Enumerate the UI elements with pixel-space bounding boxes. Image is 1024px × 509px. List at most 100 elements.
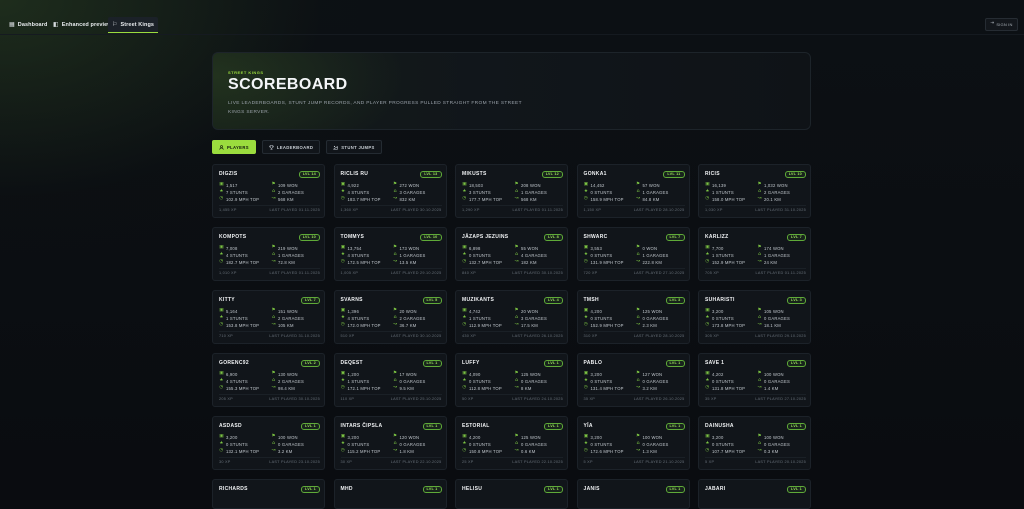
- tab-dashboard[interactable]: Dashboard: [5, 17, 51, 33]
- stat-distance: 13.5 KM: [393, 259, 442, 266]
- player-card[interactable]: MIKUSTS LVL 12 18,503 208 WON 3 STUNTS 1…: [455, 164, 568, 218]
- tab-leaderboard[interactable]: LEADERBOARD: [261, 140, 321, 154]
- player-card[interactable]: GONKA1 LVL 11 14,452 57 WON 0 STUNTS 1 G…: [576, 164, 690, 218]
- stat-stunts: 0 STUNTS: [341, 441, 393, 448]
- player-card[interactable]: DEQEST LVL 1 1,200 17 WON 1 STUNTS 0 GAR…: [333, 353, 447, 407]
- player-card[interactable]: KARLIZZ LVL 7 7,700 174 WON 1 STUNTS 1 G…: [698, 227, 811, 281]
- tab-enhanced-preview[interactable]: Enhanced preview: [49, 17, 116, 33]
- player-card[interactable]: LUFFY LVL 1 4,090 125 WON 0 STUNTS 0 GAR…: [455, 353, 568, 407]
- stat-value: 2.3 KM: [642, 323, 657, 328]
- stat-top-speed: 152.9 MPH TOP: [584, 322, 636, 329]
- stat-value: 7,008: [226, 246, 238, 251]
- stat-value: 4,200: [590, 309, 602, 314]
- player-stats: 1,200 17 WON 1 STUNTS 0 GARAGES 172.1 MP…: [341, 371, 442, 392]
- route-icon: [393, 260, 398, 265]
- level-badge: LVL 14: [298, 170, 320, 178]
- stat-value: 2 GARAGES: [278, 190, 305, 195]
- stat-stunts: 0 STUNTS: [705, 378, 757, 385]
- stat-wins: 1,032 WON: [757, 182, 806, 189]
- star-icon: [341, 316, 346, 321]
- stat-distance: 222.8 KM: [636, 259, 685, 266]
- player-xp: 310 XP: [583, 334, 598, 338]
- garage-icon: [514, 316, 519, 321]
- player-stats: 7,008 219 WON 4 STUNTS 1 GARAGES 182.7 M…: [219, 245, 320, 266]
- flag-icon: [393, 183, 398, 188]
- stat-value: 13,754: [347, 246, 362, 251]
- stat-value: 57 WON: [642, 183, 660, 188]
- stat-value: 155.3 MPH TOP: [226, 386, 260, 391]
- tab-players[interactable]: PLAYERS: [212, 140, 256, 154]
- sign-in-button[interactable]: SIGN IN: [985, 18, 1018, 31]
- route-icon: [757, 197, 762, 202]
- stat-value: 2 GARAGES: [764, 190, 791, 195]
- stat-value: 36.7 KM: [399, 323, 417, 328]
- player-card[interactable]: GORENC92 LVL 2 6,900 130 WON 4 STUNTS 2 …: [212, 353, 325, 407]
- stat-top-speed: 107.7 MPH TOP: [705, 448, 757, 455]
- flag-icon: [757, 372, 762, 377]
- player-card[interactable]: JĀZAPS JEZUINS LVL 8 6,898 55 WON 0 STUN…: [455, 227, 568, 281]
- tab-stunt-jumps[interactable]: STUNT JUMPS: [326, 140, 382, 154]
- player-card[interactable]: JABARI LVL 1: [698, 479, 811, 509]
- tab-street-kings[interactable]: Street Kings: [108, 17, 159, 33]
- player-card[interactable]: RICLIS RU LVL 13 4,922 272 WON 4 STUNTS …: [333, 164, 447, 218]
- stat-value: 1 GARAGES: [642, 190, 669, 195]
- stat-value: 105 WON: [764, 309, 784, 314]
- stat-money: 1,200: [341, 371, 393, 378]
- player-card[interactable]: INTARS ČIPSLA LVL 1 3,200 120 WON 0 STUN…: [333, 416, 447, 470]
- tab-label: PLAYERS: [227, 144, 249, 150]
- stat-value: 13.5 KM: [399, 260, 417, 265]
- flag-icon: [271, 309, 276, 314]
- player-card[interactable]: YĪA LVL 1 3,200 100 WON 0 STUNTS 0 GARAG…: [576, 416, 690, 470]
- player-card[interactable]: MHD LVL 1: [333, 479, 447, 509]
- player-stats: 3,553 0 WON 0 STUNTS 1 GARAGES 131.9 MPH…: [584, 245, 685, 266]
- stat-stunts: 1 STUNTS: [219, 315, 271, 322]
- card-divider: [705, 394, 806, 395]
- player-card[interactable]: SVARNS LVL 5 1,396 20 WON 4 STUNTS 2 GAR…: [333, 290, 447, 344]
- player-xp: 840 XP: [462, 271, 476, 275]
- stat-wins: 173 WON: [393, 245, 442, 252]
- stat-value: 1 STUNTS: [469, 316, 491, 321]
- player-card[interactable]: RICHARDS LVL 1: [212, 479, 325, 509]
- player-card[interactable]: TOMMYS LVL 10 13,754 173 WON 4 STUNTS 1 …: [333, 227, 447, 281]
- player-name: MIKUSTS: [462, 171, 487, 177]
- player-card[interactable]: SUHARISTI LVL 3 3,200 105 WON 0 STUNTS 0…: [698, 290, 811, 344]
- stat-money: 13,754: [341, 245, 393, 252]
- cash-icon: [705, 309, 710, 314]
- player-card[interactable]: PABLO LVL 1 3,200 127 WON 0 STUNTS 0 GAR…: [576, 353, 690, 407]
- player-card[interactable]: SHWARC LVL 7 3,553 0 WON 0 STUNTS 1 GARA…: [576, 227, 690, 281]
- stat-value: 1,517: [226, 183, 238, 188]
- player-card[interactable]: JANIS LVL 1: [576, 479, 690, 509]
- player-card[interactable]: DAINUSHA LVL 1 3,200 100 WON 0 STUNTS 0 …: [698, 416, 811, 470]
- player-card[interactable]: ASDASD LVL 1 3,200 100 WON 0 STUNTS 0 GA…: [212, 416, 325, 470]
- card-header: ESTORIAL LVL 1: [462, 422, 563, 430]
- player-card[interactable]: RICIS LVL 10 16,139 1,032 WON 1 STUNTS 2…: [698, 164, 811, 218]
- player-card[interactable]: TMSH LVL 3 4,200 125 WON 0 STUNTS 0 GARA…: [576, 290, 690, 344]
- stat-money: 3,200: [219, 434, 271, 441]
- card-header: JĀZAPS JEZUINS LVL 8: [462, 233, 563, 241]
- player-card[interactable]: ESTORIAL LVL 1 4,200 125 WON 0 STUNTS 0 …: [455, 416, 568, 470]
- garage-icon: [393, 379, 398, 384]
- player-card[interactable]: KITTY LVL 7 5,164 151 WON 1 STUNTS 2 GAR…: [212, 290, 325, 344]
- player-stats: 4,090 125 WON 0 STUNTS 0 GARAGES 112.8 M…: [462, 371, 563, 392]
- player-card[interactable]: HELISU LVL 1: [455, 479, 568, 509]
- player-card[interactable]: DIGZIS LVL 14 1,517 109 WON 7 STUNTS 2 G…: [212, 164, 325, 218]
- player-card[interactable]: SAVE 1 LVL 1 4,202 100 WON 0 STUNTS 0 GA…: [698, 353, 811, 407]
- star-icon: [584, 253, 589, 258]
- player-name: GORENC92: [219, 360, 249, 366]
- player-name: JĀZAPS JEZUINS: [462, 234, 509, 240]
- garage-icon: [393, 253, 398, 258]
- cash-icon: [341, 435, 346, 440]
- stat-stunts: 4 STUNTS: [341, 252, 393, 259]
- stat-stunts: 4 STUNTS: [341, 315, 393, 322]
- card-footer: 5 XP LAST PLAYED 21.10.2025: [584, 460, 685, 464]
- card-footer: 430 XP LAST PLAYED 26.10.2025: [462, 334, 563, 338]
- card-divider: [705, 205, 806, 206]
- stat-money: 18,503: [462, 182, 514, 189]
- player-card[interactable]: MUZIKANTS LVL 4 4,742 20 WON 1 STUNTS 3 …: [455, 290, 568, 344]
- card-footer: 110 XP LAST PLAYED 25.10.2025: [341, 397, 442, 401]
- card-footer: 35 XP LAST PLAYED 27.10.2025: [705, 397, 806, 401]
- player-card[interactable]: KOMPOTS LVL 10 7,008 219 WON 4 STUNTS 1 …: [212, 227, 325, 281]
- cash-icon: [462, 246, 467, 251]
- stat-value: 3,200: [590, 435, 602, 440]
- card-header: MHD LVL 1: [341, 485, 442, 493]
